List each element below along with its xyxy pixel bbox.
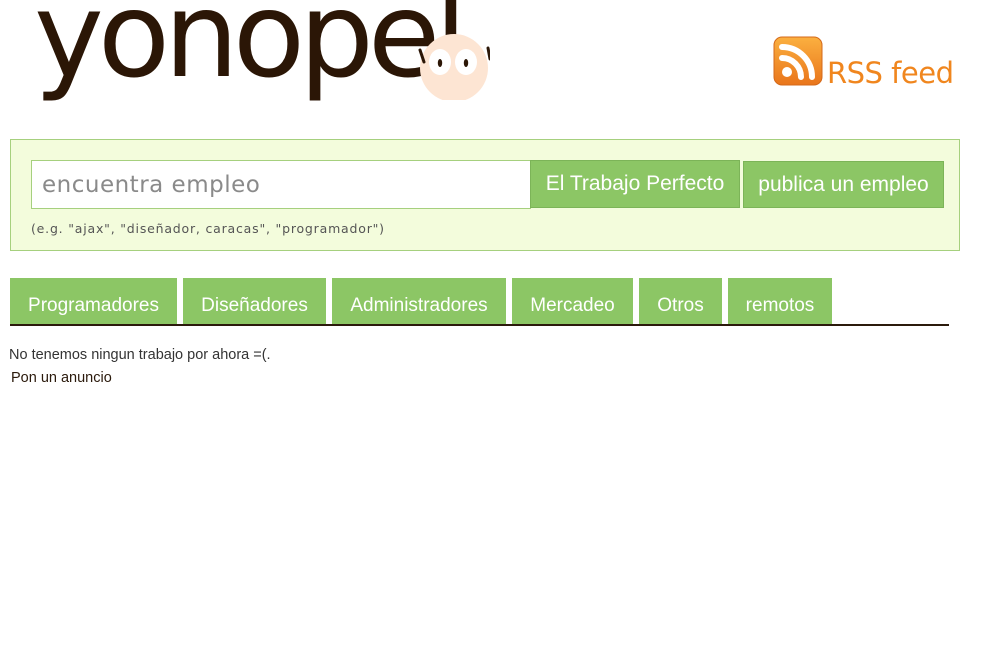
post-ad-link[interactable]: Pon un anuncio: [11, 370, 112, 386]
empty-jobs-message: No tenemos ningun trabajo por ahora =(.: [9, 347, 271, 363]
publish-job-button[interactable]: publica un empleo: [743, 161, 944, 208]
category-tabs: Programadores Diseñadores Administradore…: [10, 278, 950, 326]
tab-programadores[interactable]: Programadores: [10, 278, 177, 324]
tabs-divider: [10, 324, 949, 326]
tab-otros[interactable]: Otros: [639, 278, 722, 324]
face-icon: [418, 34, 490, 100]
tab-disenadores[interactable]: Diseñadores: [183, 278, 326, 324]
rss-icon: [773, 36, 823, 86]
logo-text: yonopel: [34, 0, 467, 104]
tab-remotos[interactable]: remotos: [728, 278, 832, 324]
tab-mercadeo[interactable]: Mercadeo: [512, 278, 633, 324]
rss-feed-link[interactable]: RSS feed: [773, 36, 954, 92]
search-panel: El Trabajo Perfecto publica un empleo (e…: [10, 139, 960, 251]
job-search-input[interactable]: [31, 160, 531, 209]
search-hint: (e.g. "ajax", "diseñador, caracas", "pro…: [31, 221, 385, 236]
search-button[interactable]: El Trabajo Perfecto: [530, 160, 740, 208]
site-logo[interactable]: yonopel: [34, 0, 494, 120]
tab-administradores[interactable]: Administradores: [332, 278, 506, 324]
rss-feed-label: RSS feed: [827, 56, 954, 90]
